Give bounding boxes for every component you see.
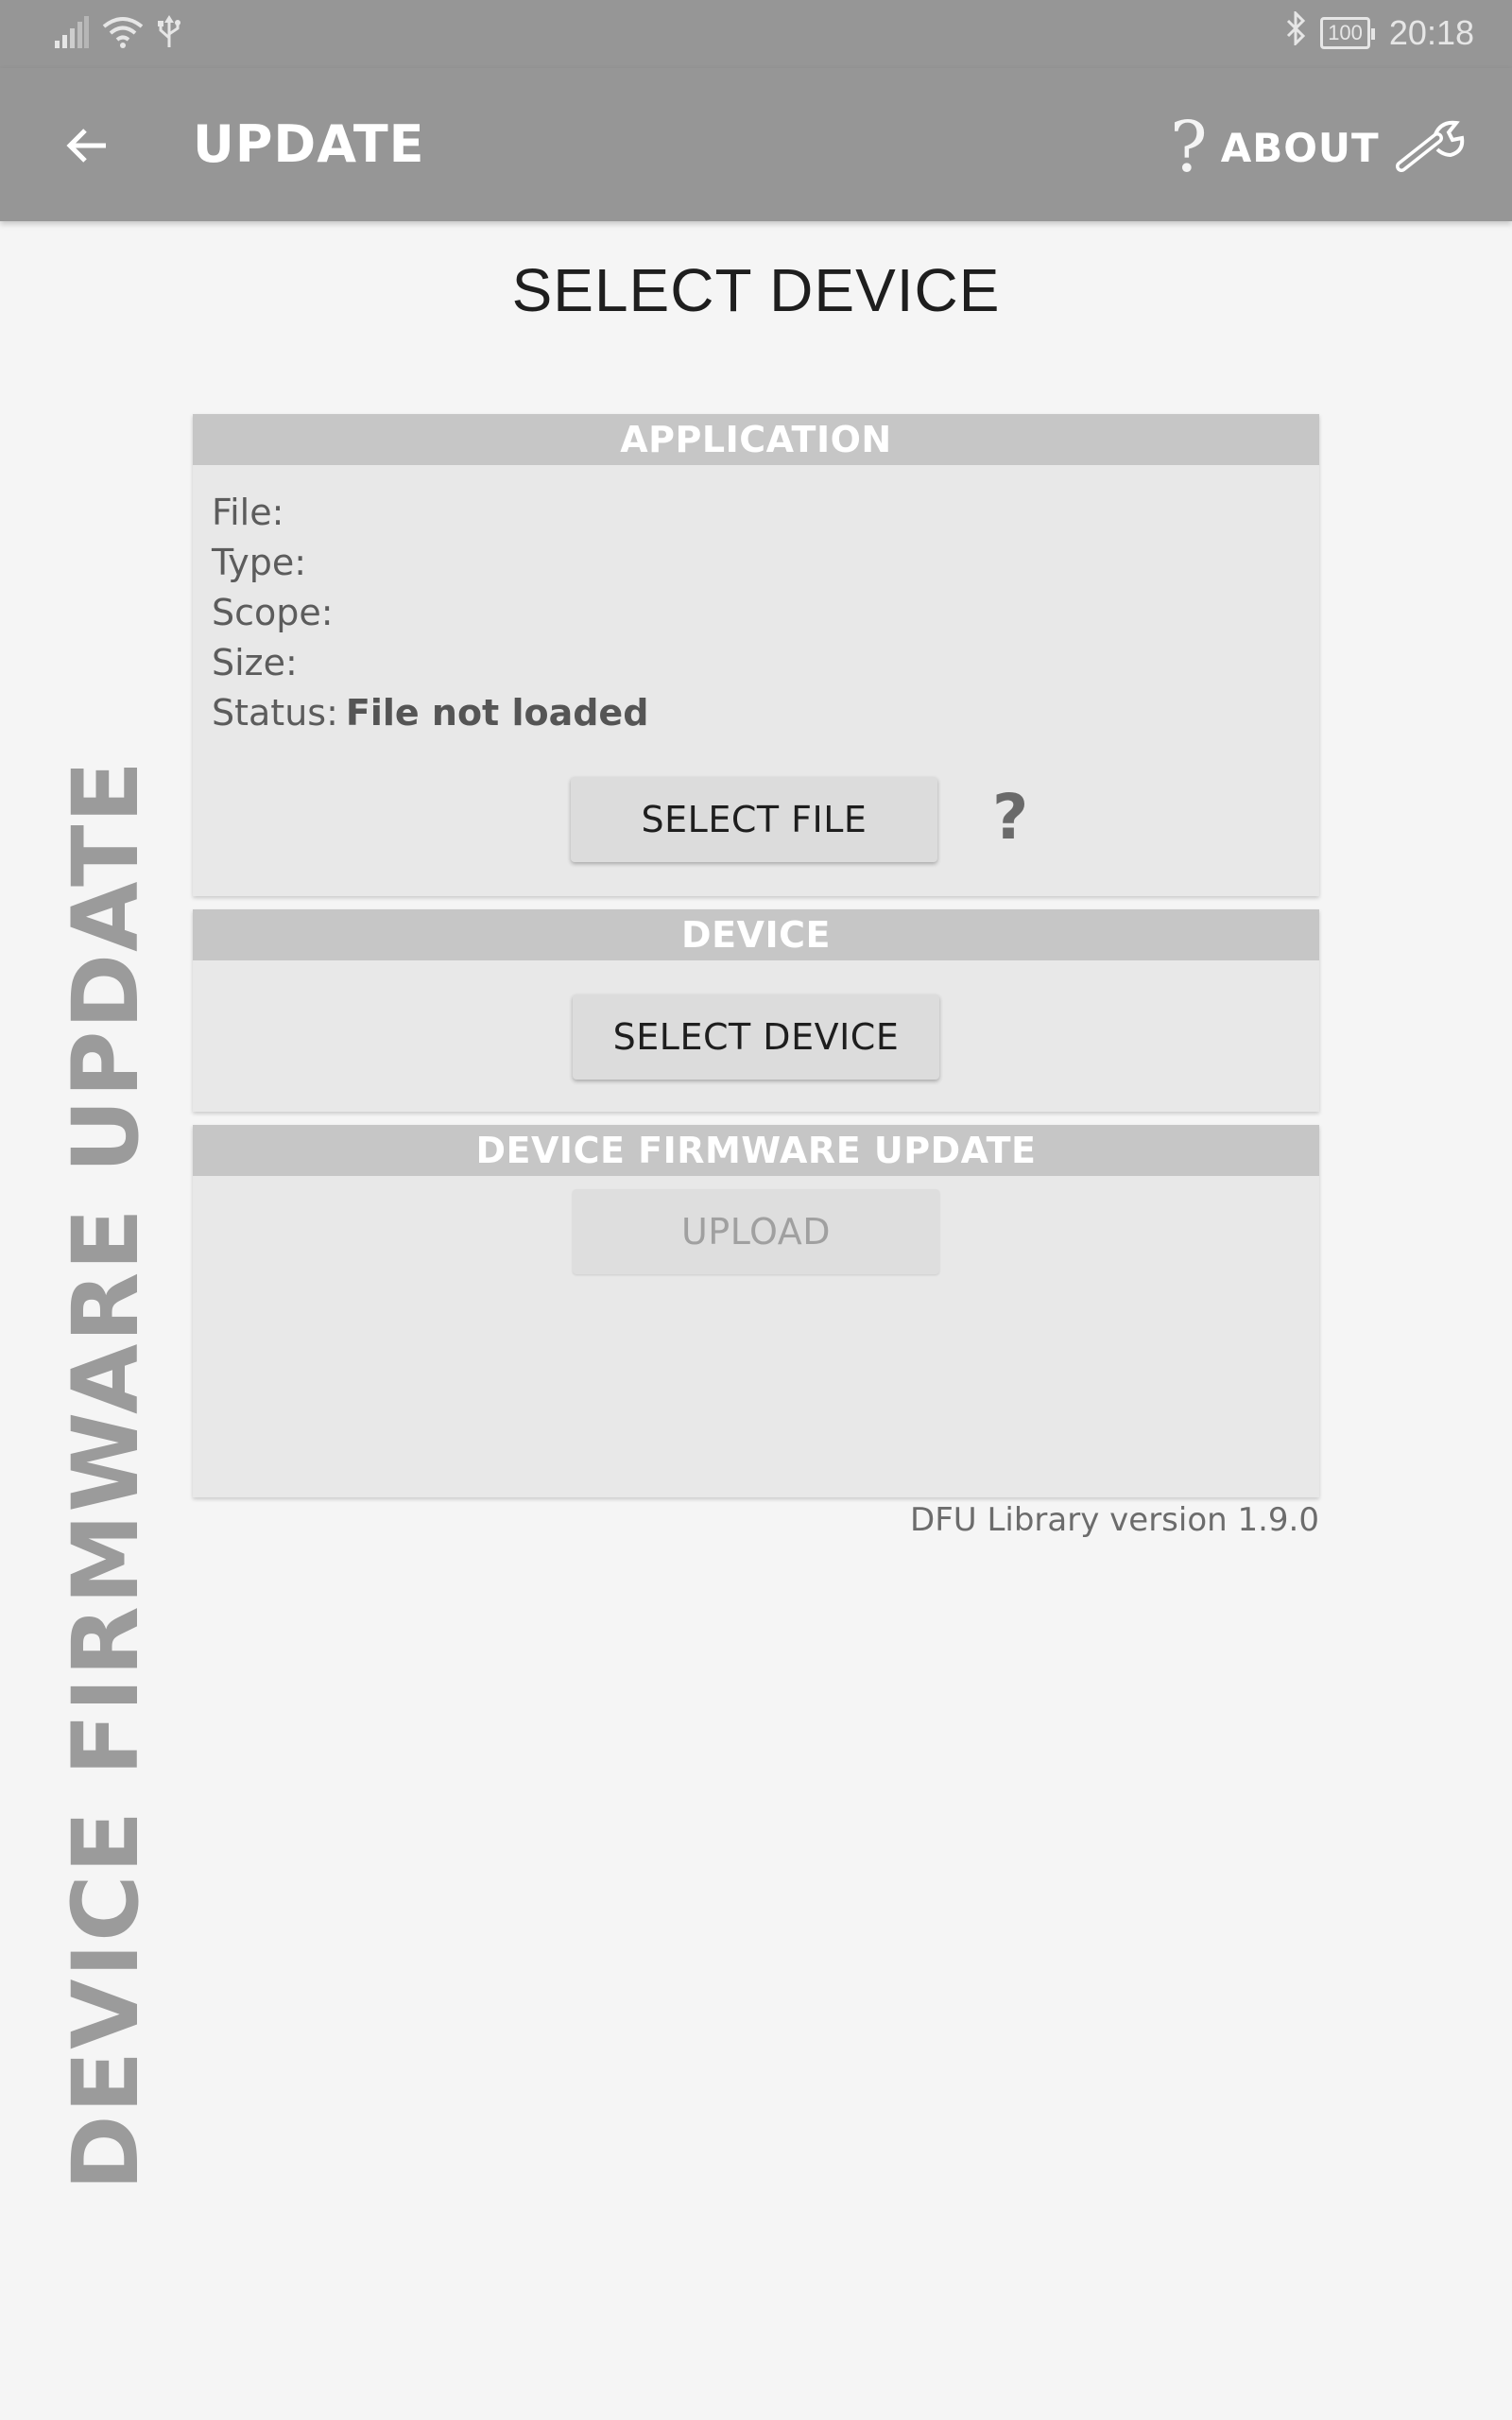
app-toolbar: UPDATE ? ABOUT <box>0 68 1512 221</box>
toolbar-title: UPDATE <box>193 114 425 174</box>
dfu-panel: DEVICE FIRMWARE UPDATE UPLOAD <box>193 1125 1319 1497</box>
status-right: 100 20:18 <box>1284 9 1474 54</box>
wrench-icon <box>1396 117 1471 182</box>
upload-button[interactable]: UPLOAD <box>573 1189 939 1274</box>
device-panel: DEVICE SELECT DEVICE <box>193 909 1319 1112</box>
scope-row: Scope: <box>212 588 648 638</box>
application-info: File: Type: Scope: Size: Status: File not… <box>212 488 648 738</box>
device-header: DEVICE <box>193 909 1319 960</box>
file-row: File: <box>212 488 648 538</box>
status-bar: 100 20:18 <box>0 0 1512 68</box>
dfu-header: DEVICE FIRMWARE UPDATE <box>193 1125 1319 1176</box>
signal-icon <box>55 16 89 52</box>
help-icon: ? <box>1170 107 1208 188</box>
wifi-icon <box>102 15 144 53</box>
bluetooth-icon <box>1284 9 1307 54</box>
file-help-icon[interactable]: ? <box>992 775 1028 860</box>
select-device-button[interactable]: SELECT DEVICE <box>573 994 939 1080</box>
size-label: Size: <box>212 642 298 683</box>
side-title: DEVICE FIRMWARE UPDATE <box>53 758 159 2191</box>
back-arrow-icon <box>64 127 110 168</box>
type-row: Type: <box>212 538 648 588</box>
status-label: Status: <box>212 692 338 734</box>
application-panel: APPLICATION File: Type: Scope: Size: Sta… <box>193 414 1319 896</box>
status-left-icons <box>55 15 181 53</box>
size-row: Size: <box>212 638 648 688</box>
file-label: File: <box>212 492 284 533</box>
battery-icon: 100 <box>1320 16 1375 49</box>
clock: 20:18 <box>1388 12 1474 52</box>
type-label: Type: <box>212 542 307 583</box>
scope-label: Scope: <box>212 592 334 633</box>
usb-icon <box>157 15 181 53</box>
application-header: APPLICATION <box>193 414 1319 465</box>
about-label: ABOUT <box>1220 124 1380 171</box>
status-row: Status: File not loaded <box>212 688 648 738</box>
select-file-button[interactable]: SELECT FILE <box>571 777 937 862</box>
back-button[interactable] <box>49 110 125 185</box>
about-button[interactable]: ? ABOUT <box>1170 110 1380 185</box>
status-value: File not loaded <box>345 692 649 734</box>
library-version: DFU Library version 1.9.0 <box>910 1501 1319 1539</box>
page-heading: SELECT DEVICE <box>511 256 1001 324</box>
battery-level: 100 <box>1328 20 1363 44</box>
settings-button[interactable] <box>1393 112 1474 187</box>
